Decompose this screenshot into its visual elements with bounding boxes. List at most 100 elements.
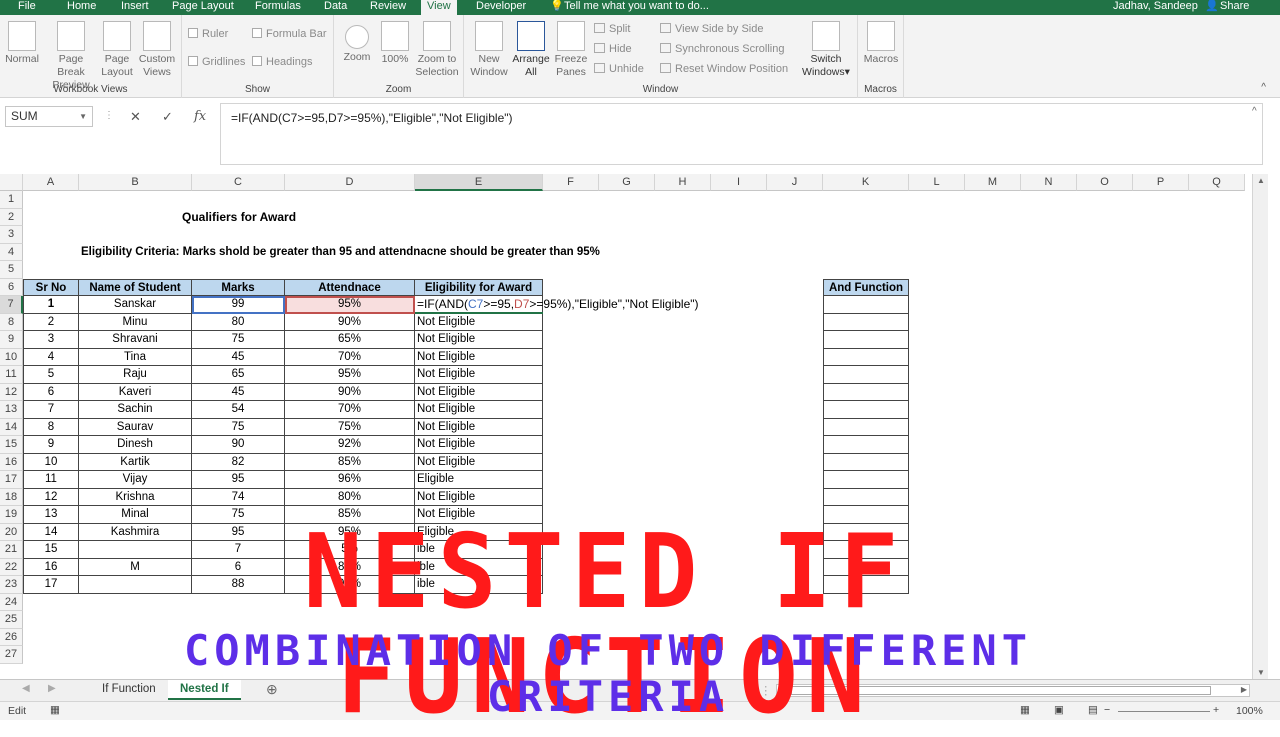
zoom-100-button[interactable]: 100% xyxy=(378,21,412,66)
page-break-preview-button[interactable]: Page Break Preview xyxy=(44,21,98,92)
split-button[interactable]: Split xyxy=(594,23,630,35)
table-cell[interactable]: Not Eligible xyxy=(415,383,543,401)
row-header[interactable]: 9 xyxy=(0,331,23,349)
table-cell[interactable]: 90% xyxy=(285,383,415,401)
sheet-title[interactable]: Qualifiers for Award xyxy=(182,209,296,227)
enter-check-icon[interactable]: ✓ xyxy=(162,106,173,127)
table-cell[interactable]: Dinesh xyxy=(79,436,192,454)
column-header[interactable]: D xyxy=(285,174,415,191)
column-header[interactable]: H xyxy=(655,174,711,191)
row-header[interactable]: 20 xyxy=(0,523,23,541)
table-cell[interactable]: 2 xyxy=(23,313,79,331)
tell-me-search[interactable]: Tell me what you want to do... xyxy=(564,0,709,15)
table-cell[interactable]: Not Eligible xyxy=(415,418,543,436)
table-cell[interactable]: 11 xyxy=(23,471,79,489)
and-function-header[interactable]: And Function xyxy=(823,278,909,296)
zoom-in-icon[interactable]: + xyxy=(1213,704,1219,716)
and-function-cell[interactable] xyxy=(823,453,909,471)
column-header[interactable]: E xyxy=(415,174,543,191)
table-cell[interactable]: 75 xyxy=(192,418,285,436)
eligibility-criteria[interactable]: Eligibility Criteria: Marks shold be gre… xyxy=(81,244,600,262)
table-cell[interactable]: 14 xyxy=(23,523,79,541)
table-cell[interactable]: Not Eligible xyxy=(415,401,543,419)
row-header[interactable]: 5 xyxy=(0,261,23,279)
column-header[interactable]: G xyxy=(599,174,655,191)
zoom-slider[interactable] xyxy=(1118,711,1210,712)
select-all-corner[interactable] xyxy=(0,174,23,191)
row-header[interactable]: 18 xyxy=(0,488,23,506)
column-header[interactable]: Q xyxy=(1189,174,1245,191)
row-header[interactable]: 16 xyxy=(0,453,23,471)
tab-review[interactable]: Review xyxy=(370,0,406,15)
reset-window-position-button[interactable]: Reset Window Position xyxy=(660,63,788,75)
scroll-right-icon[interactable]: ▶ xyxy=(1241,685,1247,694)
row-header[interactable]: 25 xyxy=(0,611,23,629)
column-header[interactable]: M xyxy=(965,174,1021,191)
scroll-up-icon[interactable]: ▲ xyxy=(1257,176,1265,185)
normal-view-button[interactable]: Normal xyxy=(4,21,40,66)
row-header[interactable]: 8 xyxy=(0,313,23,331)
table-cell[interactable]: 95% xyxy=(285,366,415,384)
and-function-cell[interactable] xyxy=(823,471,909,489)
expand-formula-bar-icon[interactable]: ^ xyxy=(1252,106,1257,117)
and-function-cell[interactable] xyxy=(823,313,909,331)
table-header-cell[interactable]: Name of Student xyxy=(79,278,192,296)
table-cell[interactable]: Kaveri xyxy=(79,383,192,401)
table-cell[interactable]: Sanskar xyxy=(79,296,192,314)
column-header[interactable]: O xyxy=(1077,174,1133,191)
insert-function-icon[interactable]: fx xyxy=(194,106,206,127)
table-cell[interactable]: 13 xyxy=(23,506,79,524)
row-header[interactable]: 2 xyxy=(0,208,23,226)
tab-formulas[interactable]: Formulas xyxy=(255,0,301,15)
share-button[interactable]: Share xyxy=(1220,0,1249,15)
table-cell[interactable]: 65% xyxy=(285,331,415,349)
table-cell[interactable]: 3 xyxy=(23,331,79,349)
column-header[interactable]: F xyxy=(543,174,599,191)
freeze-panes-button[interactable]: Freeze Panes xyxy=(552,21,590,79)
column-header[interactable]: A xyxy=(23,174,79,191)
table-cell[interactable]: Not Eligible xyxy=(415,488,543,506)
zoom-button[interactable]: Zoom xyxy=(340,21,374,64)
row-header[interactable]: 27 xyxy=(0,646,23,664)
row-header[interactable]: 15 xyxy=(0,436,23,454)
and-function-cell[interactable] xyxy=(823,488,909,506)
table-cell[interactable]: Not Eligible xyxy=(415,331,543,349)
table-cell[interactable]: 70% xyxy=(285,401,415,419)
table-cell[interactable]: 85% xyxy=(285,453,415,471)
row-header[interactable]: 4 xyxy=(0,243,23,261)
row-header[interactable]: 24 xyxy=(0,593,23,611)
table-cell[interactable]: 96% xyxy=(285,471,415,489)
formula-bar-checkbox[interactable]: Formula Bar xyxy=(252,28,327,40)
table-cell[interactable]: Not Eligible xyxy=(415,366,543,384)
table-cell[interactable]: 8 xyxy=(23,418,79,436)
column-header[interactable]: C xyxy=(192,174,285,191)
table-cell[interactable]: Tina xyxy=(79,348,192,366)
row-header[interactable]: 3 xyxy=(0,226,23,244)
name-box[interactable]: SUM ▼ xyxy=(5,106,93,127)
table-cell[interactable]: Not Eligible xyxy=(415,436,543,454)
tab-view[interactable]: View xyxy=(421,0,457,15)
macros-button[interactable]: Macros xyxy=(862,21,900,66)
arrange-all-button[interactable]: Arrange All xyxy=(510,21,552,79)
next-sheet-icon[interactable]: ▶ xyxy=(48,683,56,694)
table-header-cell[interactable]: Sr No xyxy=(23,278,79,296)
headings-checkbox[interactable]: Headings xyxy=(252,56,312,68)
table-cell[interactable]: 74 xyxy=(192,488,285,506)
table-cell[interactable]: 90 xyxy=(192,436,285,454)
active-cell-editor[interactable]: =IF(AND(C7>=95,D7>=95%),"Eligible","Not … xyxy=(417,296,699,314)
table-cell[interactable]: Eligible xyxy=(415,471,543,489)
gridlines-checkbox[interactable]: Gridlines xyxy=(188,56,245,68)
new-window-button[interactable]: New Window xyxy=(468,21,510,79)
column-header[interactable]: N xyxy=(1021,174,1077,191)
table-cell[interactable]: 90% xyxy=(285,313,415,331)
and-function-cell[interactable] xyxy=(823,418,909,436)
table-cell[interactable]: Not Eligible xyxy=(415,348,543,366)
synchronous-scrolling-button[interactable]: Synchronous Scrolling xyxy=(660,43,784,55)
row-header[interactable]: 19 xyxy=(0,506,23,524)
unhide-button[interactable]: Unhide xyxy=(594,63,644,75)
and-function-cell[interactable] xyxy=(823,436,909,454)
table-cell[interactable]: 7 xyxy=(23,401,79,419)
zoom-level[interactable]: 100% xyxy=(1236,705,1263,717)
table-cell[interactable]: Kartik xyxy=(79,453,192,471)
scroll-down-icon[interactable]: ▼ xyxy=(1257,668,1265,677)
